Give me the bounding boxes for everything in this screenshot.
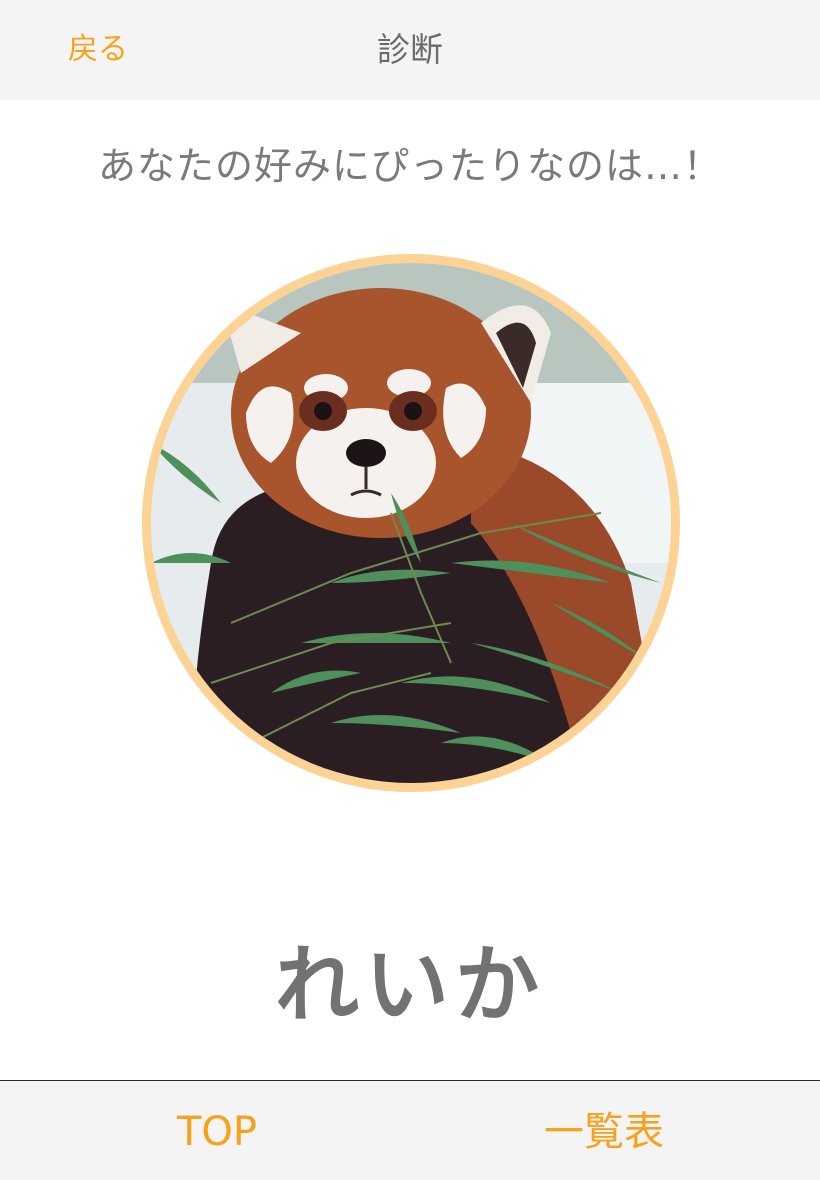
tab-bar: TOP 一覧表 — [0, 1080, 820, 1180]
tab-top[interactable]: TOP — [177, 1107, 257, 1157]
result-heading: あなたの好みにぴったりなのは…！ — [97, 144, 722, 188]
animal-name: れいか — [274, 936, 545, 1034]
screen: 戻る 診断 あなたの好みにぴったりなのは…！ れいか TOP 一覧表 — [0, 0, 820, 1180]
tab-list[interactable]: 一覧表 — [544, 1107, 664, 1157]
nav-bar: 戻る 診断 — [0, 0, 820, 100]
nav-title: 診断 — [377, 30, 443, 69]
portrait-frame — [142, 254, 680, 792]
red-panda-photo — [151, 263, 671, 783]
